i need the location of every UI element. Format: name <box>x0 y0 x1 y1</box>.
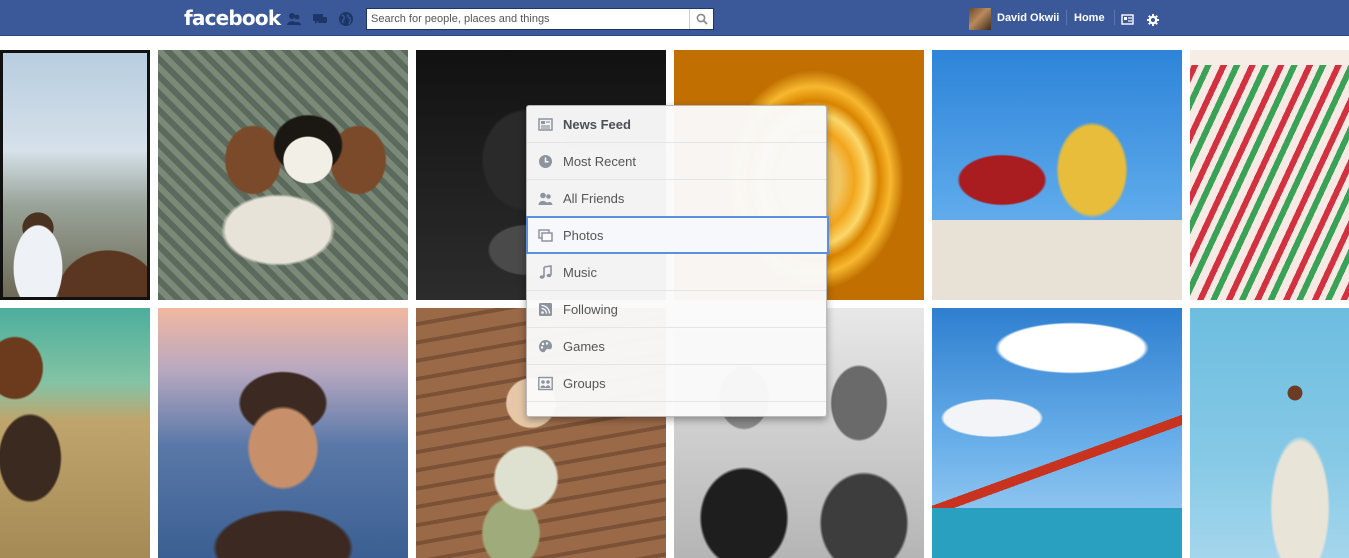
photo-tile-dog[interactable] <box>158 50 408 300</box>
menu-item-label: Groups <box>563 376 606 391</box>
photo-tile-man-with-headlamp[interactable] <box>158 308 408 558</box>
home-link[interactable]: Home <box>1074 12 1105 24</box>
menu-item-photos[interactable]: Photos <box>526 216 829 254</box>
feeds-menu: News Feed Most Recent All Friends Photos <box>526 105 829 417</box>
photo-tile-golden-gate-bridge[interactable] <box>932 308 1182 558</box>
menu-item-label: Games <box>563 339 605 354</box>
notifications-globe-icon[interactable] <box>338 11 354 27</box>
menu-item-games[interactable]: Games <box>527 328 826 365</box>
search-box <box>366 8 714 30</box>
photos-icon <box>538 229 553 242</box>
news-feed-icon <box>538 118 553 131</box>
menu-item-music[interactable]: Music <box>527 254 826 291</box>
menu-item-groups[interactable]: Groups <box>527 365 826 402</box>
menu-item-label: Photos <box>563 228 604 243</box>
gamepad-icon <box>539 340 552 353</box>
rss-feed-icon <box>539 303 552 316</box>
menu-item-label: News Feed <box>563 117 631 132</box>
facebook-logo[interactable]: facebook <box>184 6 281 30</box>
settings-gear-icon[interactable] <box>1146 12 1162 28</box>
nav-divider <box>1066 10 1067 25</box>
menu-item-most-recent[interactable]: Most Recent <box>527 143 826 180</box>
search-button[interactable] <box>689 9 713 29</box>
messages-icon[interactable] <box>312 11 328 27</box>
clock-icon <box>539 155 552 168</box>
menu-item-label: Most Recent <box>563 154 636 169</box>
photo-tile-woman-with-horse[interactable] <box>0 50 150 300</box>
menu-item-label: Music <box>563 265 597 280</box>
groups-icon <box>538 376 553 391</box>
friend-requests-icon[interactable] <box>286 11 302 27</box>
nav-divider <box>1114 10 1115 25</box>
user-name: David Okwii <box>997 12 1060 24</box>
menu-item-label: All Friends <box>563 191 625 206</box>
friends-icon <box>538 192 553 205</box>
menu-item-following[interactable]: Following <box>527 291 826 328</box>
photo-tile-striped-pattern[interactable] <box>1190 50 1349 300</box>
privacy-shortcuts-icon[interactable] <box>1121 12 1137 28</box>
photo-tile-lighthouse[interactable] <box>1190 308 1349 558</box>
menu-item-news-feed[interactable]: News Feed <box>527 106 826 143</box>
photo-tile-arrow-sign[interactable] <box>932 50 1182 300</box>
search-icon <box>696 13 708 25</box>
menu-item-all-friends[interactable]: All Friends <box>527 180 826 217</box>
search-input[interactable] <box>367 9 689 29</box>
photo-tile-child-on-beach[interactable] <box>0 308 150 558</box>
avatar <box>969 8 991 30</box>
music-note-icon <box>539 265 552 279</box>
top-bar: facebook David Okwii Home <box>0 0 1349 36</box>
menu-item-label: Following <box>563 302 618 317</box>
